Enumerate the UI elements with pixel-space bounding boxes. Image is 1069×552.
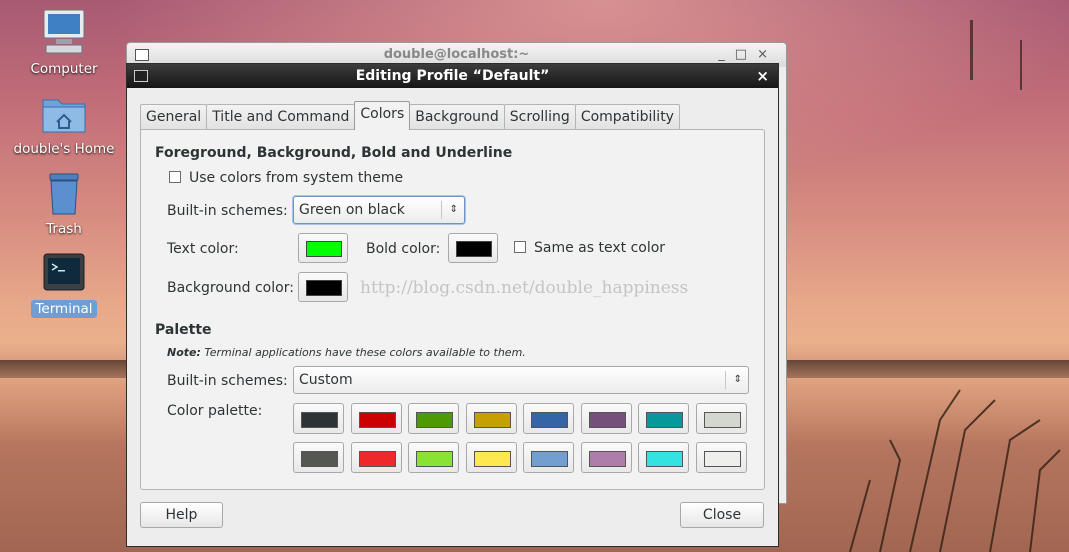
terminal-icon bbox=[43, 253, 85, 291]
palette-color-button[interactable] bbox=[408, 403, 459, 434]
palette-color-button[interactable] bbox=[350, 403, 402, 434]
background-color-label: Background color: bbox=[167, 280, 294, 296]
tab-scrolling[interactable]: Scrolling bbox=[503, 104, 576, 129]
close-button[interactable]: Close bbox=[680, 502, 764, 528]
desktop-icon-label: Computer bbox=[30, 61, 98, 77]
background-color-swatch bbox=[306, 280, 342, 296]
updown-arrow-icon: ⇕ bbox=[449, 204, 458, 215]
desktop-icon-label: double's Home bbox=[13, 141, 115, 157]
reeds-decoration bbox=[849, 20, 1061, 552]
palette-color-swatch bbox=[531, 412, 568, 428]
terminal-icon bbox=[134, 70, 148, 82]
palette-color-button[interactable] bbox=[638, 403, 689, 434]
tab-background[interactable]: Background bbox=[409, 104, 505, 129]
palette-color-swatch bbox=[646, 451, 683, 467]
palette-color-swatch bbox=[703, 451, 741, 467]
dialog-titlebar[interactable]: Editing Profile “Default” × bbox=[127, 64, 778, 88]
palette-color-button[interactable] bbox=[350, 442, 402, 473]
palette-builtin-label: Built-in schemes: bbox=[167, 373, 288, 389]
bold-color-label: Bold color: bbox=[366, 241, 441, 257]
bold-color-swatch bbox=[456, 241, 492, 257]
palette-color-swatch bbox=[531, 451, 568, 467]
same-as-text-checkbox[interactable]: Same as text color bbox=[514, 240, 665, 256]
close-icon[interactable]: × bbox=[756, 64, 769, 88]
updown-arrow-icon: ⇕ bbox=[733, 374, 742, 385]
palette-color-swatch bbox=[301, 451, 338, 467]
minimize-button[interactable]: _ bbox=[718, 47, 735, 62]
tab-bar: General Title and Command Colors Backgro… bbox=[140, 101, 680, 130]
color-palette-label: Color palette: bbox=[167, 403, 263, 419]
palette-color-button[interactable] bbox=[523, 442, 574, 473]
palette-builtin-select[interactable]: Custom ⇕ bbox=[293, 366, 749, 394]
palette-color-swatch bbox=[588, 412, 626, 428]
palette-color-swatch bbox=[588, 451, 626, 467]
tab-colors[interactable]: Colors bbox=[354, 101, 411, 130]
palette-color-button[interactable] bbox=[580, 442, 632, 473]
terminal-icon bbox=[135, 49, 149, 61]
trash-icon bbox=[49, 173, 79, 215]
palette-color-button[interactable] bbox=[293, 442, 344, 473]
palette-color-swatch bbox=[703, 412, 741, 428]
tab-general[interactable]: General bbox=[140, 104, 208, 129]
desktop-icon-terminal[interactable]: Terminal bbox=[9, 252, 119, 318]
text-color-label: Text color: bbox=[167, 241, 239, 257]
text-color-swatch bbox=[306, 241, 342, 257]
tab-title-and-command[interactable]: Title and Command bbox=[206, 104, 356, 129]
palette-color-button[interactable] bbox=[695, 442, 747, 473]
checkbox-box[interactable] bbox=[169, 171, 181, 183]
checkbox-box[interactable] bbox=[514, 241, 526, 253]
computer-icon bbox=[43, 9, 85, 54]
fg-section-heading: Foreground, Background, Bold and Underli… bbox=[155, 145, 513, 161]
palette-color-swatch bbox=[646, 412, 683, 428]
tab-compatibility[interactable]: Compatibility bbox=[574, 104, 680, 129]
bold-color-button[interactable] bbox=[448, 233, 498, 263]
colors-panel: Foreground, Background, Bold and Underli… bbox=[140, 129, 765, 490]
builtin-schemes-select[interactable]: Green on black ⇕ bbox=[293, 196, 465, 224]
profile-dialog: Editing Profile “Default” × General Titl… bbox=[126, 63, 779, 547]
close-button[interactable]: × bbox=[757, 47, 778, 62]
dialog-title: Editing Profile “Default” bbox=[355, 68, 550, 84]
watermark-url: http://blog.csdn.net/double_happiness bbox=[360, 278, 689, 298]
palette-color-button[interactable] bbox=[523, 403, 574, 434]
palette-color-swatch bbox=[358, 451, 396, 467]
desktop-icon-label: Trash bbox=[46, 221, 82, 237]
desktop-icon-computer[interactable]: Computer bbox=[9, 8, 119, 78]
terminal-title: double@localhost:~ bbox=[383, 47, 530, 62]
background-color-button[interactable] bbox=[298, 272, 348, 302]
palette-color-button[interactable] bbox=[580, 403, 632, 434]
palette-color-button[interactable] bbox=[293, 403, 344, 434]
use-system-theme-label: Use colors from system theme bbox=[189, 170, 404, 186]
desktop-icon-label: Terminal bbox=[31, 300, 97, 318]
palette-color-button[interactable] bbox=[465, 442, 517, 473]
home-folder-icon bbox=[42, 99, 86, 133]
same-as-text-label: Same as text color bbox=[534, 240, 666, 256]
palette-color-swatch bbox=[473, 451, 511, 467]
maximize-button[interactable]: □ bbox=[735, 47, 757, 62]
palette-builtin-value: Custom bbox=[299, 372, 353, 388]
palette-note: Note: Terminal applications have these c… bbox=[167, 346, 526, 359]
palette-color-swatch bbox=[301, 412, 338, 428]
desktop-icon-trash[interactable]: Trash bbox=[9, 172, 119, 238]
builtin-schemes-label: Built-in schemes: bbox=[167, 203, 288, 219]
palette-note-bold: Note: bbox=[167, 346, 201, 359]
help-button[interactable]: Help bbox=[140, 502, 223, 528]
palette-color-swatch bbox=[416, 412, 453, 428]
palette-color-button[interactable] bbox=[638, 442, 689, 473]
palette-section-heading: Palette bbox=[155, 322, 212, 338]
palette-color-button[interactable] bbox=[695, 403, 747, 434]
text-color-button[interactable] bbox=[298, 233, 348, 263]
palette-color-swatch bbox=[358, 412, 396, 428]
palette-note-text: Terminal applications have these colors … bbox=[200, 346, 526, 359]
palette-color-swatch bbox=[473, 412, 511, 428]
palette-color-button[interactable] bbox=[408, 442, 459, 473]
builtin-schemes-value: Green on black bbox=[299, 202, 405, 218]
palette-color-button[interactable] bbox=[465, 403, 517, 434]
palette-color-swatch bbox=[416, 451, 453, 467]
desktop-icon-home[interactable]: double's Home bbox=[9, 92, 119, 158]
use-system-theme-checkbox[interactable]: Use colors from system theme bbox=[169, 170, 403, 186]
